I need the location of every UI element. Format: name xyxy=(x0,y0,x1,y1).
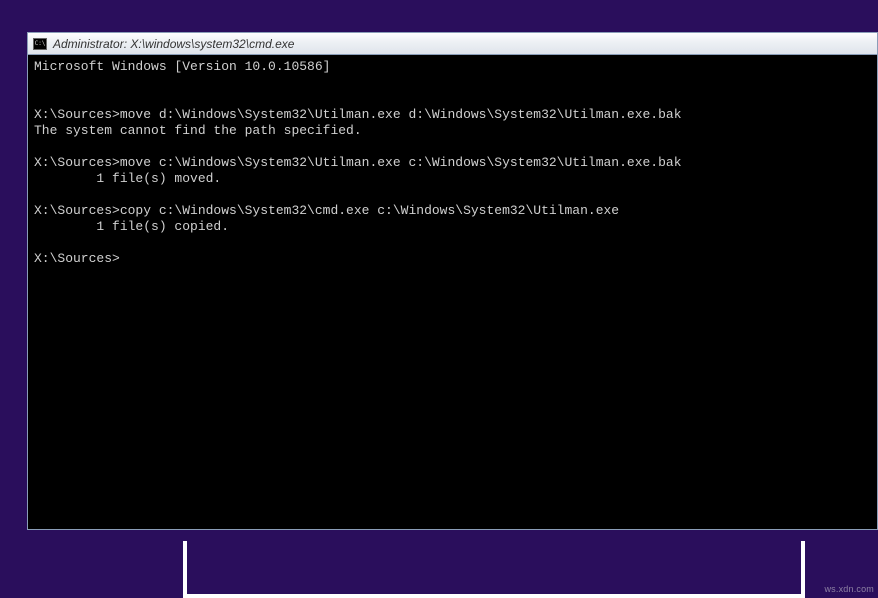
console-output: Microsoft Windows [Version 10.0.10586] X… xyxy=(34,59,871,267)
cmd-window[interactable]: Administrator: X:\windows\system32\cmd.e… xyxy=(27,32,878,530)
installer-frame-edge xyxy=(183,541,805,598)
console-area[interactable]: Microsoft Windows [Version 10.0.10586] X… xyxy=(28,55,877,529)
window-title: Administrator: X:\windows\system32\cmd.e… xyxy=(53,37,294,51)
watermark: ws.xdn.com xyxy=(824,584,874,594)
desktop-background: Administrator: X:\windows\system32\cmd.e… xyxy=(0,0,878,598)
title-bar[interactable]: Administrator: X:\windows\system32\cmd.e… xyxy=(28,33,877,55)
cmd-icon xyxy=(33,38,47,50)
